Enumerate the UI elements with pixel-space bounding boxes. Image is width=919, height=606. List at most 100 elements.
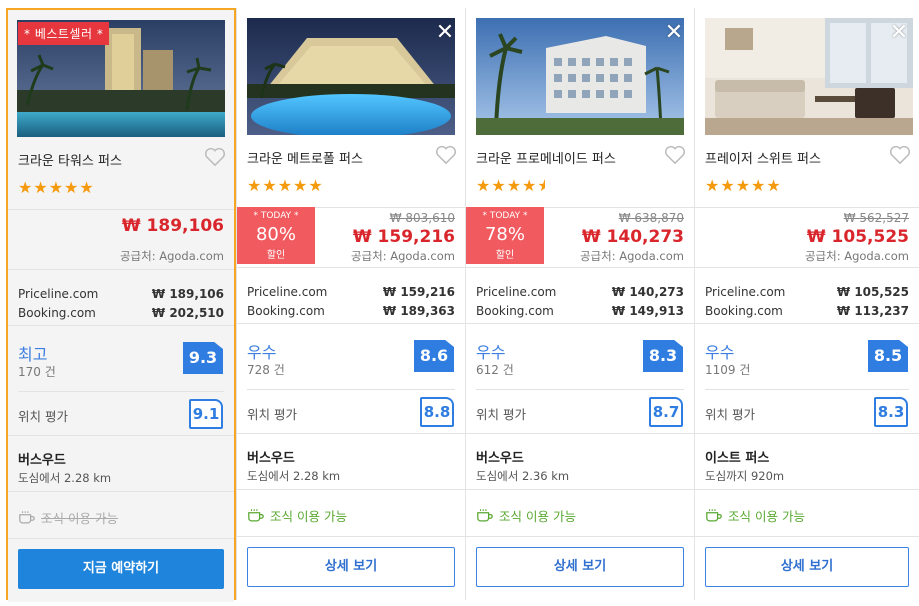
comparison-price: ₩ 105,525 xyxy=(836,285,909,299)
breakfast-info: 조식 이용 가능 xyxy=(476,506,576,525)
price-now: ₩ 189,106 xyxy=(121,216,224,236)
hotel-name[interactable]: 크라운 프로메네이드 퍼스 xyxy=(476,148,616,167)
review-count[interactable]: 612 건 xyxy=(476,361,514,378)
heart-icon[interactable] xyxy=(204,147,226,167)
hotel-comparison-grid: * 베스트셀러 * 크라운 타워스 퍼스 ★★★★★ ₩ 189,106 공급처… xyxy=(6,8,919,602)
breakfast-label: 조식 이용 가능 xyxy=(499,509,576,524)
breakfast-label: 조식 이용 가능 xyxy=(728,509,805,524)
divider xyxy=(705,389,909,390)
location-rating-label: 위치 평가 xyxy=(476,407,526,422)
location-score-badge: 8.8 xyxy=(420,397,454,427)
hotel-name[interactable]: 크라운 메트로폴 퍼스 xyxy=(247,148,363,167)
comparison-price: ₩ 159,216 xyxy=(382,285,455,299)
comparison-site: Booking.com xyxy=(18,306,96,320)
half-star-icon: ★ xyxy=(537,176,545,195)
divider xyxy=(18,391,224,392)
comparison-row[interactable]: Priceline.com ₩ 105,525 xyxy=(705,285,909,299)
location-score-badge: 8.3 xyxy=(874,397,908,427)
breakfast-label: 조식 이용 가능 xyxy=(270,509,347,524)
price-old: ₩ 562,527 xyxy=(843,211,909,225)
supplier: 공급처: Agoda.com xyxy=(579,249,684,263)
score-badge: 8.5 xyxy=(868,340,908,372)
comparison-price: ₩ 113,237 xyxy=(836,304,909,318)
full-stars: ★★★★ xyxy=(476,176,538,195)
area-name: 버스우드 xyxy=(476,451,524,466)
star-rating: ★★★★★ xyxy=(18,178,95,197)
discount-word: 할인 xyxy=(266,250,286,261)
distance: 도심에서 2.36 km xyxy=(476,469,570,483)
divider xyxy=(476,389,684,390)
comparison-site: Priceline.com xyxy=(705,285,786,299)
view-details-button[interactable]: 상세 보기 xyxy=(476,547,684,587)
today-discount-badge: * TODAY * 80% 할인 xyxy=(237,207,315,264)
today-discount-badge: * TODAY * 78% 할인 xyxy=(466,207,544,264)
price-now: ₩ 105,525 xyxy=(806,227,909,247)
coffee-cup-icon xyxy=(477,509,493,522)
close-icon[interactable]: ✕ xyxy=(435,22,455,44)
breakfast-info: 조식 이용 가능 xyxy=(18,508,118,527)
supplier: 공급처: Agoda.com xyxy=(350,249,455,263)
view-details-button[interactable]: 상세 보기 xyxy=(247,547,455,587)
coffee-cup-icon xyxy=(248,509,264,522)
score-badge: 9.3 xyxy=(183,342,223,374)
comparison-row[interactable]: Booking.com ₩ 149,913 xyxy=(476,304,684,318)
comparison-site: Booking.com xyxy=(705,304,783,318)
breakfast-info: 조식 이용 가능 xyxy=(247,506,347,525)
book-now-button[interactable]: 지금 예약하기 xyxy=(18,549,224,589)
comparison-row[interactable]: Booking.com ₩ 113,237 xyxy=(705,304,909,318)
area-name: 이스트 퍼스 xyxy=(705,451,770,466)
breakfast-label: 조식 이용 가능 xyxy=(41,511,118,526)
hotel-photo[interactable] xyxy=(705,18,913,135)
discount-word: 할인 xyxy=(495,250,515,261)
review-count[interactable]: 170 건 xyxy=(18,363,56,380)
coffee-cup-icon xyxy=(19,511,35,524)
view-details-button[interactable]: 상세 보기 xyxy=(705,547,909,587)
price-old: ₩ 803,610 xyxy=(389,211,455,225)
hotel-card-crown-metropol: ✕ 크라운 메트로폴 퍼스 ★★★★★ * TODAY * 80% 할인 ₩ 8… xyxy=(236,8,465,600)
heart-icon[interactable] xyxy=(889,145,911,165)
comparison-site: Booking.com xyxy=(247,304,325,318)
comparison-row[interactable]: Priceline.com ₩ 140,273 xyxy=(476,285,684,299)
comparison-price: ₩ 189,106 xyxy=(151,287,224,301)
comparison-row[interactable]: Priceline.com ₩ 189,106 xyxy=(18,287,224,301)
star-rating: ★★★★★ xyxy=(705,176,782,195)
today-label: * TODAY * xyxy=(482,211,528,221)
location-score-badge: 9.1 xyxy=(189,399,223,429)
review-count[interactable]: 1109 건 xyxy=(705,361,750,378)
breakfast-info: 조식 이용 가능 xyxy=(705,506,805,525)
heart-icon[interactable] xyxy=(435,145,457,165)
rating-label: 최고 xyxy=(18,345,48,364)
supplier: 공급처: Agoda.com xyxy=(119,249,224,263)
hotel-photo[interactable] xyxy=(247,18,455,135)
comparison-row[interactable]: Priceline.com ₩ 159,216 xyxy=(247,285,455,299)
rating-label: 우수 xyxy=(476,343,506,362)
distance: 도심까지 920m xyxy=(705,469,785,483)
hotel-card-crown-towers: * 베스트셀러 * 크라운 타워스 퍼스 ★★★★★ ₩ 189,106 공급처… xyxy=(6,8,236,602)
comparison-site: Priceline.com xyxy=(18,287,99,301)
area-name: 버스우드 xyxy=(247,451,295,466)
price-now: ₩ 159,216 xyxy=(352,227,455,247)
comparison-price: ₩ 140,273 xyxy=(611,285,684,299)
comparison-price: ₩ 149,913 xyxy=(611,304,684,318)
hotel-name[interactable]: 크라운 타워스 퍼스 xyxy=(18,150,122,169)
review-count[interactable]: 728 건 xyxy=(247,361,285,378)
close-icon[interactable]: ✕ xyxy=(889,22,909,44)
comparison-row[interactable]: Booking.com ₩ 189,363 xyxy=(247,304,455,318)
score-badge: 8.3 xyxy=(643,340,683,372)
hotel-card-crown-promenade: ✕ 크라운 프로메네이드 퍼스 ★★★★★ * TODAY * 78% 할인 ₩… xyxy=(465,8,694,600)
distance: 도심에서 2.28 km xyxy=(18,471,112,485)
discount-percent: 80% xyxy=(255,224,296,245)
comparison-site: Priceline.com xyxy=(476,285,557,299)
star-rating: ★★★★★ xyxy=(476,176,545,195)
comparison-price: ₩ 202,510 xyxy=(151,306,224,320)
supplier: 공급처: Agoda.com xyxy=(804,249,909,263)
location-rating-label: 위치 평가 xyxy=(247,407,297,422)
close-icon[interactable]: ✕ xyxy=(664,22,684,44)
hotel-name[interactable]: 프레이저 스위트 퍼스 xyxy=(705,148,821,167)
area-name: 버스우드 xyxy=(18,453,66,468)
today-label: * TODAY * xyxy=(253,211,299,221)
comparison-row[interactable]: Booking.com ₩ 202,510 xyxy=(18,306,224,320)
hotel-photo[interactable] xyxy=(476,18,684,135)
heart-icon[interactable] xyxy=(664,145,686,165)
comparison-price: ₩ 189,363 xyxy=(382,304,455,318)
